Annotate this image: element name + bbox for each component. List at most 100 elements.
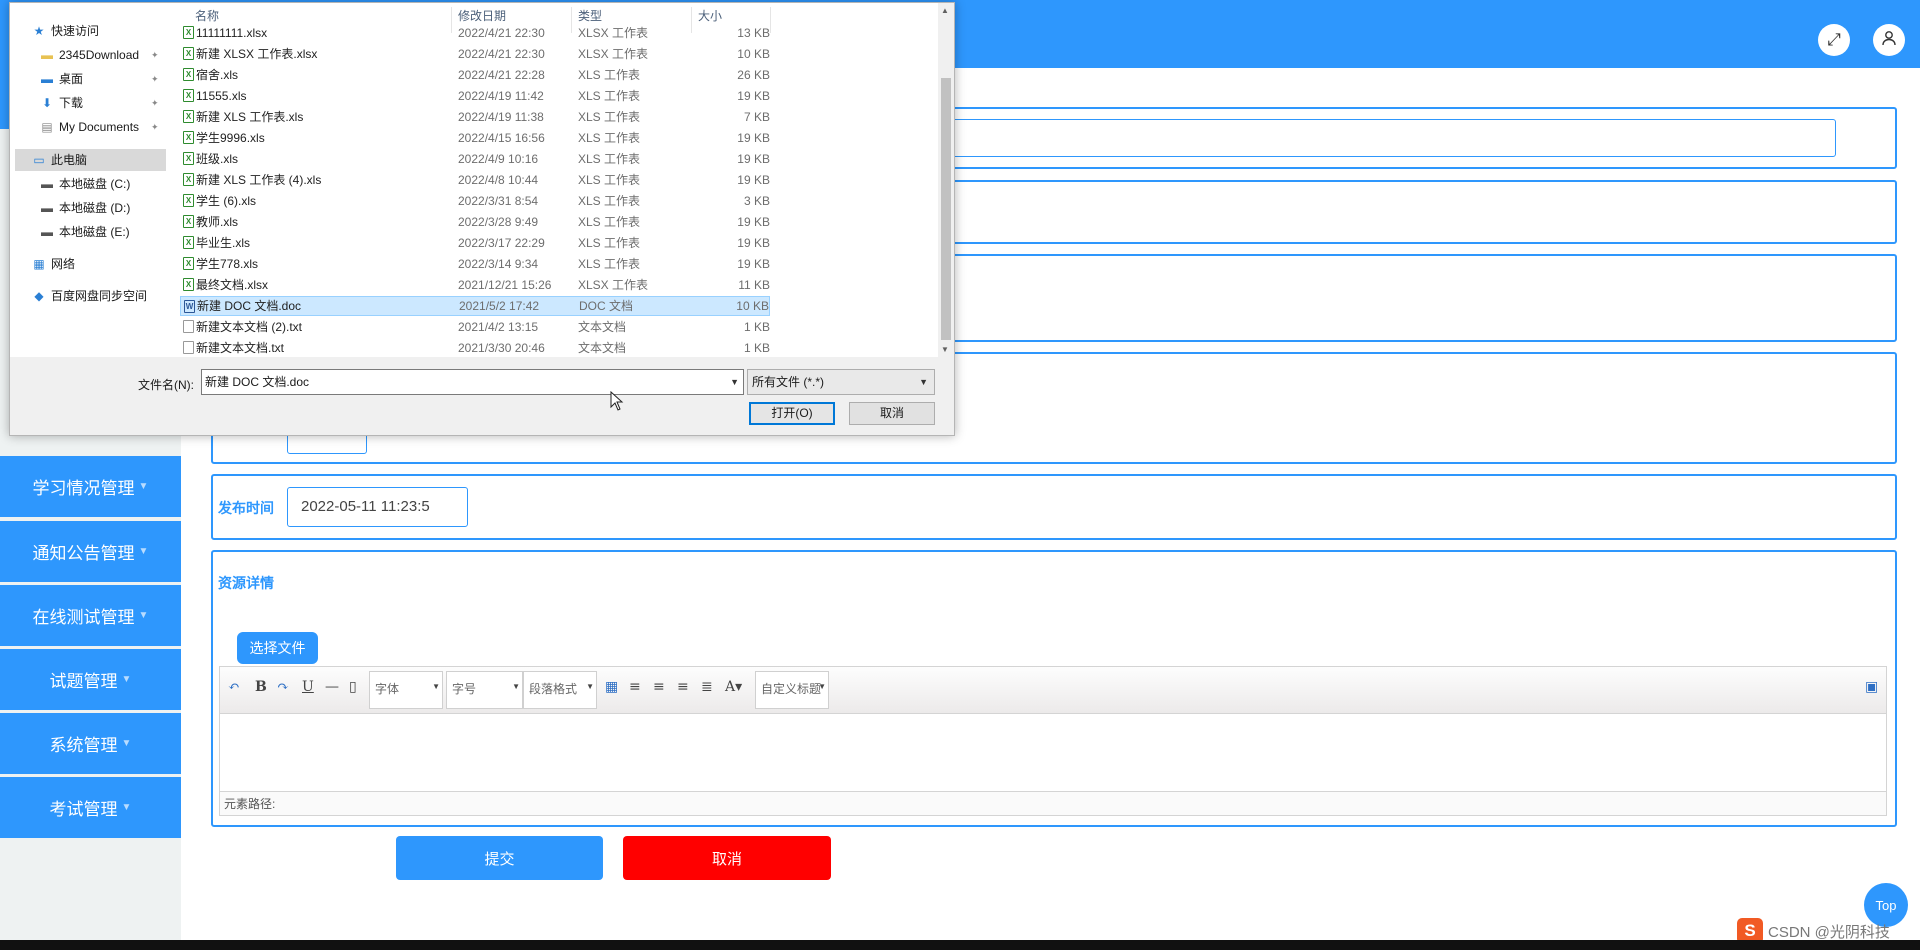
dialog-cancel-button[interactable]: 取消 <box>849 402 935 425</box>
align-right-icon[interactable]: ≡ <box>653 679 665 695</box>
file-row[interactable]: X 11111111.xlsx 2022/4/21 22:30 XLSX 工作表 13 … <box>180 23 770 43</box>
file-row[interactable]: 新建文本文档 (2).txt 2021/4/2 13:15 文本文档 1 KB <box>180 317 770 337</box>
file-row[interactable]: X 新建 XLSX 工作表.xlsx 2022/4/21 22:30 XLSX 工作表… <box>180 44 770 64</box>
font-family-select[interactable]: 字体 ▼ <box>369 671 443 709</box>
file-date: 2022/4/21 22:30 <box>458 26 545 40</box>
sidebar-item-notice[interactable]: 通知公告管理 ▼ <box>0 521 181 582</box>
align-center-icon[interactable]: ≡ <box>677 679 689 695</box>
file-row[interactable]: X 毕业生.xls 2022/3/17 22:29 XLS 工作表 19 KB <box>180 233 770 253</box>
fullscreen-editor-icon[interactable]: ▣ <box>1865 679 1878 695</box>
paragraph-format-select[interactable]: 段落格式 ▼ <box>523 671 597 709</box>
document-icon: ▤ <box>41 120 53 134</box>
file-type: XLS 工作表 <box>578 131 641 145</box>
column-header-type[interactable]: 类型 <box>578 7 602 24</box>
nav-this-pc[interactable]: ▭ 此电脑 <box>32 149 87 171</box>
sidebar-item-study[interactable]: 学习情况管理 ▼ <box>0 456 181 517</box>
form-input-1[interactable] <box>913 119 1836 157</box>
fullscreen-button[interactable]: ⤢ <box>1818 24 1850 56</box>
column-header-date[interactable]: 修改日期 <box>458 7 506 24</box>
scroll-up-arrow-icon[interactable]: ▲ <box>941 6 949 15</box>
file-type: XLS 工作表 <box>578 68 641 82</box>
filename-input[interactable]: 新建 DOC 文档.doc ▼ <box>201 369 744 395</box>
file-row[interactable]: X 11555.xls 2022/4/19 11:42 XLS 工作表 19 KB <box>180 86 770 106</box>
file-row[interactable]: 新建文本文档.txt 2021/3/30 20:46 文本文档 1 KB <box>180 338 770 357</box>
caret-down-icon: ▼ <box>138 481 149 492</box>
align-justify-icon[interactable]: ≣ <box>701 679 713 695</box>
custom-title-select[interactable]: 自定义标题 ▼ <box>755 671 829 709</box>
caret-down-icon: ▼ <box>138 546 149 557</box>
scroll-down-arrow-icon[interactable]: ▼ <box>941 345 949 354</box>
nav-baidu-sync[interactable]: ◆ 百度网盘同步空间 <box>32 285 147 307</box>
file-row[interactable]: X 新建 XLS 工作表.xls 2022/4/19 11:38 XLS 工作表 7 K… <box>180 107 770 127</box>
bold-icon[interactable]: B <box>255 679 267 695</box>
nav-drive-e[interactable]: ▬ 本地磁盘 (E:) <box>40 221 130 243</box>
nav-item-my-documents[interactable]: ▤ My Documents <box>40 116 139 138</box>
sidebar-item-label: 试题管理 <box>49 672 118 691</box>
file-name: 11555.xls <box>196 89 247 103</box>
file-type-filter-select[interactable]: 所有文件 (*.*) ▼ <box>747 369 935 395</box>
file-row[interactable]: X 新建 XLS 工作表 (4).xls 2022/4/8 10:44 XLS 工作表… <box>180 170 770 190</box>
file-row[interactable]: X 学生778.xls 2022/3/14 9:34 XLS 工作表 19 KB <box>180 254 770 274</box>
pin-icon: ✦ <box>151 74 159 84</box>
underline-icon[interactable]: U <box>302 679 314 695</box>
mouse-cursor-icon <box>610 390 624 416</box>
file-list-pane: 名称 修改日期 类型 大小 X 11111111.xlsx 2022/4/21 22… <box>180 3 941 357</box>
open-button[interactable]: 打开(O) <box>749 402 835 425</box>
nav-network[interactable]: ▦ 网络 <box>32 253 75 275</box>
folder-icon: ▬ <box>41 48 53 62</box>
nav-quick-access[interactable]: ★ 快速访问 <box>32 20 99 42</box>
scrollbar-thumb[interactable] <box>941 78 951 340</box>
filename-input-value: 新建 DOC 文档.doc <box>205 375 310 389</box>
file-row[interactable]: X 教师.xls 2022/3/28 9:49 XLS 工作表 19 KB <box>180 212 770 232</box>
undo-icon[interactable]: ↶ <box>228 679 240 695</box>
excel-file-icon: X <box>183 68 194 81</box>
vertical-scrollbar[interactable]: ▲ ▼ <box>938 3 954 357</box>
table-icon[interactable]: ▦ <box>605 679 618 695</box>
column-separator <box>770 7 771 33</box>
horizontal-rule-icon[interactable]: — <box>325 679 339 695</box>
align-left-icon[interactable]: ≡ <box>629 679 641 695</box>
file-row[interactable]: X 宿舍.xls 2022/4/21 22:28 XLS 工作表 26 KB <box>180 65 770 85</box>
column-header-name[interactable]: 名称 <box>195 7 219 24</box>
paste-icon[interactable]: ▯ <box>349 679 357 695</box>
text-file-icon <box>183 320 194 333</box>
file-size: 19 KB <box>737 131 770 145</box>
nav-item-downloads[interactable]: ⬇ 下载 <box>40 92 83 114</box>
nav-drive-d[interactable]: ▬ 本地磁盘 (D:) <box>40 197 130 219</box>
user-button[interactable] <box>1873 24 1905 56</box>
dialog-bottom-panel: 文件名(N): 新建 DOC 文档.doc ▼ 所有文件 (*.*) ▼ 打开(… <box>10 357 954 435</box>
file-name: 新建 XLS 工作表.xls <box>196 110 304 124</box>
sidebar-item-system[interactable]: 系统管理 ▼ <box>0 713 181 774</box>
excel-file-icon: X <box>183 215 194 228</box>
file-name: 最终文档.xlsx <box>196 278 269 292</box>
font-color-icon[interactable]: A▾ <box>725 679 742 695</box>
sidebar-item-online-test[interactable]: 在线测试管理 ▼ <box>0 585 181 646</box>
choose-file-button[interactable]: 选择文件 <box>237 632 318 664</box>
submit-button[interactable]: 提交 <box>396 836 603 880</box>
file-date: 2022/3/14 9:34 <box>458 257 539 271</box>
publish-time-input[interactable]: 2022-05-11 11:23:5 <box>287 487 468 527</box>
caret-down-icon: ▼ <box>138 610 149 621</box>
file-row[interactable]: X 班级.xls 2022/4/9 10:16 XLS 工作表 19 KB <box>180 149 770 169</box>
cancel-button[interactable]: 取消 <box>623 836 831 880</box>
excel-file-icon: X <box>183 257 194 270</box>
file-type: XLS 工作表 <box>578 110 641 124</box>
file-date: 2022/4/21 22:30 <box>458 47 545 61</box>
file-size: 1 KB <box>743 320 770 334</box>
sidebar-item-exam[interactable]: 考试管理 ▼ <box>0 777 181 838</box>
file-row[interactable]: X 学生 (6).xls 2022/3/31 8:54 XLS 工作表 3 KB <box>180 191 770 211</box>
nav-item-desktop[interactable]: ▬ 桌面 <box>40 68 83 90</box>
file-row[interactable]: X 最终文档.xlsx 2021/12/21 15:26 XLSX 工作表 11 KB <box>180 275 770 295</box>
column-header-size[interactable]: 大小 <box>698 7 722 24</box>
sidebar-item-questions[interactable]: 试题管理 ▼ <box>0 649 181 710</box>
file-row[interactable]: X 学生9996.xls 2022/4/15 16:56 XLS 工作表 19 KB <box>180 128 770 148</box>
file-date: 2022/4/19 11:42 <box>458 89 544 103</box>
chevron-down-icon[interactable]: ▼ <box>730 370 739 394</box>
file-row-selected[interactable]: W 新建 DOC 文档.doc 2021/5/2 17:42 DOC 文档 10 KB <box>180 296 770 316</box>
nav-item-2345download[interactable]: ▬ 2345Download <box>40 44 139 66</box>
redo-icon[interactable]: ↷ <box>277 679 289 695</box>
font-size-select[interactable]: 字号 ▼ <box>446 671 523 709</box>
sidebar-item-label: 考试管理 <box>49 800 118 819</box>
file-name: 新建 DOC 文档.doc <box>197 299 302 313</box>
nav-drive-c[interactable]: ▬ 本地磁盘 (C:) <box>40 173 130 195</box>
